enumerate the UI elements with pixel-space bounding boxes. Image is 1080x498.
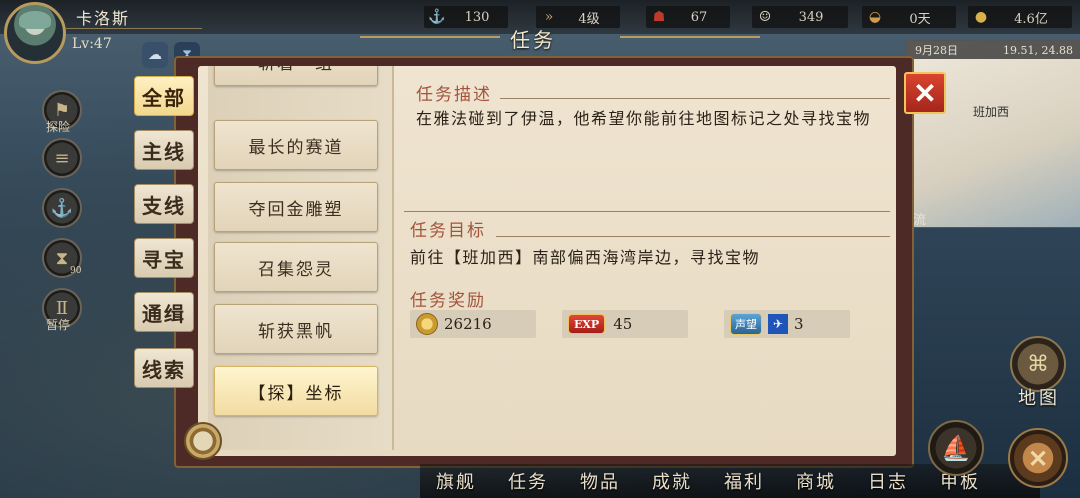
description-title: 任务描述: [416, 85, 492, 105]
description-title-line: [500, 98, 890, 99]
quest-item[interactable]: 斩着一组: [214, 66, 378, 86]
resource-gold[interactable]: ● 4.6亿: [968, 6, 1072, 28]
rewards-title: 任务奖励: [410, 291, 486, 311]
quest-item[interactable]: 召集怨灵: [214, 242, 378, 292]
resource-oar[interactable]: ⚓ 130: [424, 6, 508, 28]
reputation-icon: 声望: [730, 313, 762, 335]
close-button[interactable]: ✕: [904, 72, 946, 114]
nav-flagship[interactable]: 旗舰: [436, 468, 476, 494]
quest-item[interactable]: 夺回金雕塑: [214, 182, 378, 232]
anchor-icon[interactable]: ⚓: [42, 188, 82, 228]
bird-icon: ✈: [768, 314, 788, 334]
goal-title-line: [496, 236, 890, 237]
gold-coin-icon: [416, 313, 438, 335]
ship-icon[interactable]: ⛵: [928, 420, 984, 476]
tab-treasure[interactable]: 寻宝: [134, 238, 194, 278]
resource-value: 349: [798, 9, 824, 25]
minimap-label: 流: [913, 213, 927, 228]
side-label-explore: 探险: [46, 120, 71, 134]
resource-value: 4.6亿: [1014, 11, 1048, 27]
sail-action-icon[interactable]: ✕: [1008, 428, 1068, 488]
nav-quests[interactable]: 任务: [508, 468, 548, 494]
quest-goal: 前往【班加西】南部偏西海湾岸边，寻找宝物: [410, 248, 761, 267]
minimap-date: 9月28日: [915, 44, 958, 57]
nav-log[interactable]: 日志: [868, 468, 908, 494]
quest-list[interactable]: 斩着一组 最长的赛道 夺回金雕塑 召集怨灵 斩获黑帆 【探】坐标: [208, 66, 392, 450]
map-button-label[interactable]: 地图: [1018, 384, 1060, 410]
reward-value: 45: [613, 315, 633, 333]
minimap-place: 班加西: [973, 105, 1010, 119]
player-name: 卡洛斯: [76, 9, 131, 28]
tab-clues[interactable]: 线索: [134, 348, 194, 388]
nav-shop[interactable]: 商城: [796, 468, 836, 494]
tab-side[interactable]: 支线: [134, 184, 194, 224]
panel-title: 任务: [510, 28, 556, 52]
scroll-icon[interactable]: ≡: [42, 138, 82, 178]
hourglass-badge: 90: [70, 266, 82, 276]
exp-icon: EXP: [568, 314, 606, 334]
avatar-hair: [19, 11, 51, 29]
minimap-coords: 19.51, 24.88: [1003, 43, 1073, 57]
player-avatar[interactable]: [4, 2, 66, 64]
goal-title: 任务目标: [410, 221, 486, 241]
reward-gold[interactable]: 26216: [410, 310, 536, 338]
quest-item[interactable]: 斩获黑帆: [214, 304, 378, 354]
list-divider: [392, 66, 394, 450]
resource-value: 67: [690, 9, 708, 25]
resource-crew[interactable]: ☗ 67: [646, 6, 730, 28]
reward-value: 3: [794, 315, 804, 333]
resource-sailor[interactable]: ☺ 349: [752, 6, 848, 28]
quest-description: 在雅法碰到了伊温，他希望你能前往地图标记之处寻找宝物: [416, 109, 872, 128]
crew-icon: ☗: [652, 9, 666, 25]
tab-wanted[interactable]: 通缉: [134, 292, 194, 332]
ship-status-icon[interactable]: ☁: [142, 42, 168, 68]
minimap[interactable]: 9月28日 19.51, 24.88 班加西 流: [906, 40, 1080, 228]
nav-welfare[interactable]: 福利: [724, 468, 764, 494]
sailor-icon: ☺: [758, 9, 772, 25]
quest-item-selected[interactable]: 【探】坐标: [214, 366, 378, 416]
title-decoration-right: [620, 36, 760, 38]
section-divider: [404, 211, 890, 212]
title-decoration-left: [360, 36, 500, 38]
resource-value: 0天: [909, 11, 931, 27]
reward-reputation[interactable]: 声望 ✈ 3: [724, 310, 850, 338]
resource-value: 4级: [578, 11, 600, 27]
minimap-info-bar: 9月28日 19.51, 24.88: [907, 41, 1080, 59]
compass-icon: [184, 422, 222, 460]
oar-icon: ⚓: [428, 9, 446, 25]
tab-main[interactable]: 主线: [134, 130, 194, 170]
nav-items[interactable]: 物品: [580, 468, 620, 494]
quest-item[interactable]: 最长的赛道: [214, 120, 378, 170]
resource-value: 130: [464, 9, 490, 25]
tab-all[interactable]: 全部: [134, 76, 194, 116]
reward-value: 26216: [444, 315, 492, 333]
player-level: Lv:47: [72, 36, 112, 52]
side-label-pause: 暂停: [46, 318, 71, 332]
nav-achievements[interactable]: 成就: [652, 468, 692, 494]
bread-icon: ◒: [868, 9, 882, 25]
resource-food[interactable]: ◒ 0天: [862, 6, 956, 28]
reward-exp[interactable]: EXP 45: [562, 310, 688, 338]
gold-coin-icon: ●: [974, 9, 988, 25]
